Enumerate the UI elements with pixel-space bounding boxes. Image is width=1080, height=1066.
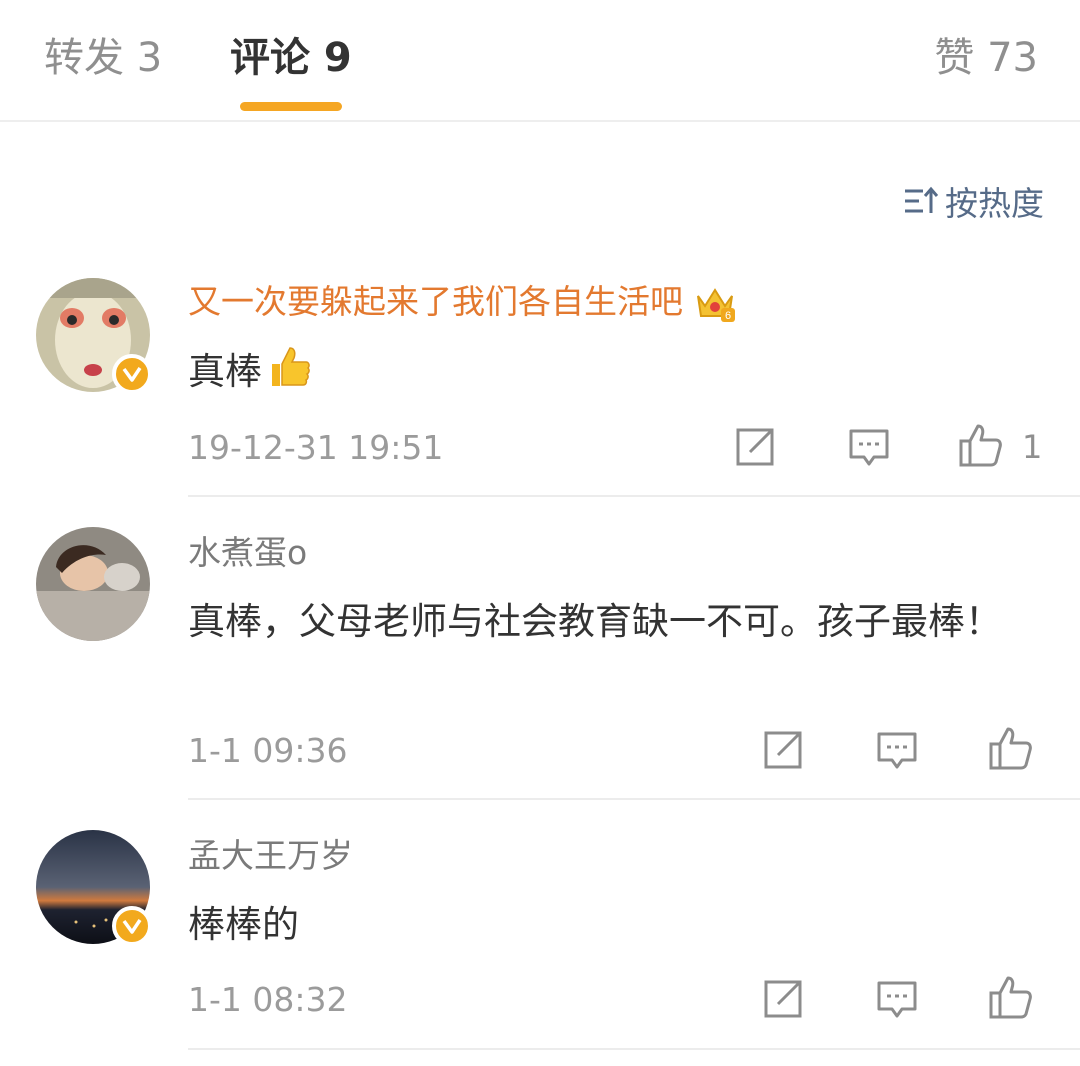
comment-author-name: 又一次要躲起来了我们各自生活吧 xyxy=(188,282,683,321)
comment-divider xyxy=(188,495,1080,497)
comment-text: 真棒，父母老师与社会教育缺一不可。孩子最棒！ xyxy=(188,600,1002,643)
verified-badge-icon xyxy=(112,354,152,394)
comment-author[interactable]: 水煮蛋o xyxy=(188,531,307,575)
comment-divider xyxy=(188,798,1080,800)
tab-comments[interactable]: 评论 9 xyxy=(230,30,352,86)
like-comment-icon[interactable] xyxy=(988,974,1034,1020)
like-comment-icon[interactable] xyxy=(988,725,1034,771)
thumbs-up-emoji-icon xyxy=(272,347,310,386)
avatar[interactable] xyxy=(36,527,150,641)
comment-timestamp: 19-12-31 19:51 xyxy=(188,428,444,467)
share-comment-icon[interactable] xyxy=(762,729,804,771)
tab-likes[interactable]: 赞 73 xyxy=(934,30,1038,86)
reply-comment-icon[interactable] xyxy=(876,978,918,1020)
comment-timestamp: 1-1 09:36 xyxy=(188,731,348,770)
comment-text: 棒棒的 xyxy=(188,903,299,946)
comment-tabs: 转发 3 评论 9 赞 73 xyxy=(0,0,1080,122)
active-tab-indicator xyxy=(240,102,342,111)
comment-divider xyxy=(188,1048,1080,1050)
like-comment-icon[interactable] xyxy=(958,422,1004,468)
verified-badge-icon xyxy=(112,906,152,946)
reply-comment-icon[interactable] xyxy=(848,426,890,468)
comment-author[interactable]: 又一次要躲起来了我们各自生活吧 6 xyxy=(188,280,737,326)
comment-text: 真棒 xyxy=(188,342,1028,399)
svg-text:6: 6 xyxy=(725,310,731,322)
reply-comment-icon[interactable] xyxy=(876,729,918,771)
share-comment-icon[interactable] xyxy=(734,426,776,468)
like-count: 1 xyxy=(1022,428,1043,466)
sort-icon xyxy=(905,186,939,213)
sort-by-heat-button[interactable]: 按热度 xyxy=(903,178,1044,224)
comment-author[interactable]: 孟大王万岁 xyxy=(188,834,353,878)
sort-label: 按热度 xyxy=(945,184,1044,223)
share-comment-icon[interactable] xyxy=(762,978,804,1020)
tab-reposts[interactable]: 转发 3 xyxy=(44,30,162,86)
comment-timestamp: 1-1 08:32 xyxy=(188,980,348,1019)
crown-level-badge-icon: 6 xyxy=(697,287,735,322)
